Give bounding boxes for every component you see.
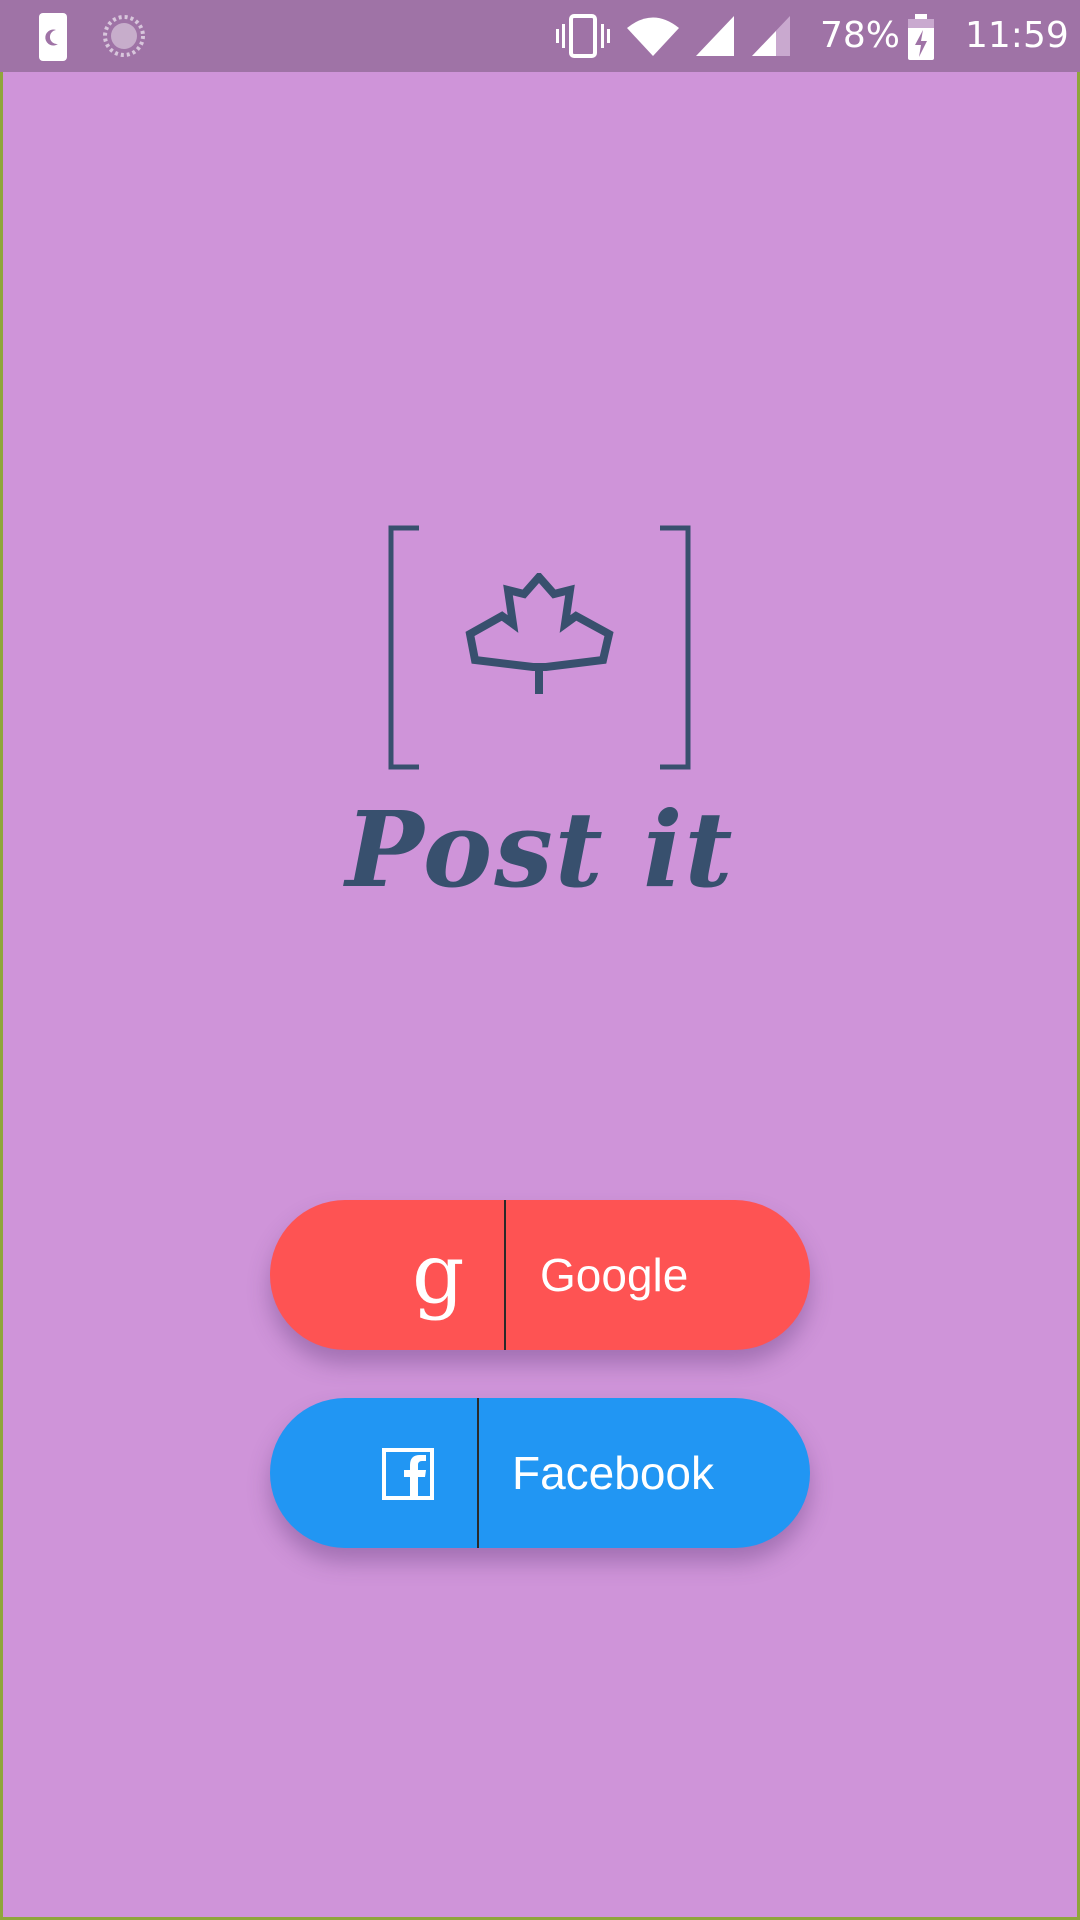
- signal-icon: [696, 16, 734, 56]
- google-login-button[interactable]: g Google: [270, 1200, 810, 1350]
- vibrate-icon: [556, 14, 610, 58]
- google-g-icon: g: [412, 1227, 465, 1322]
- dnd-moon-icon: [39, 13, 67, 61]
- wifi-icon: [627, 17, 679, 56]
- signal-secondary-icon: [752, 16, 790, 56]
- loading-spinner-icon: [103, 15, 145, 57]
- facebook-icon: [382, 1448, 434, 1500]
- maple-leaf-icon: [465, 573, 614, 694]
- facebook-button-divider: [477, 1398, 479, 1548]
- facebook-button-label: Facebook: [512, 1447, 715, 1499]
- status-bar: 78% 11:59: [0, 0, 1080, 72]
- app-title: Post it: [345, 788, 735, 911]
- battery-percent: 78%: [820, 15, 901, 56]
- facebook-login-button[interactable]: Facebook: [270, 1398, 810, 1548]
- battery-charging-icon: [908, 14, 934, 60]
- clock: 11:59: [965, 15, 1069, 56]
- screen-frame: [0, 0, 1080, 1920]
- google-button-divider: [504, 1200, 506, 1350]
- google-button-label: Google: [540, 1249, 689, 1301]
